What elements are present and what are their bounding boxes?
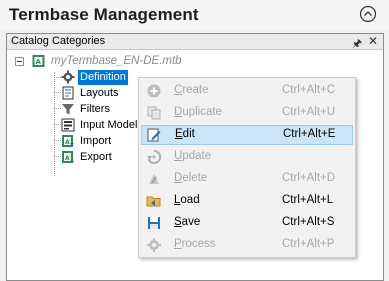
input-model-icon xyxy=(61,118,75,132)
menu-label: rocess xyxy=(181,238,216,250)
edit-icon xyxy=(147,128,161,142)
menu-shortcut: Ctrl+Alt+S xyxy=(282,216,335,228)
duplicate-icon xyxy=(147,106,161,120)
tree-root-termbase[interactable]: A myTermbase_EN-DE.mtb xyxy=(31,53,184,69)
tree-line xyxy=(54,140,61,141)
menu-mnemonic: P xyxy=(174,238,182,250)
menu-item-edit[interactable]: Edit Ctrl+Alt+E xyxy=(141,125,353,145)
close-icon[interactable]: ✕ xyxy=(368,34,378,48)
tree-item-export[interactable]: A Export xyxy=(61,149,114,165)
title-bar: Termbase Management xyxy=(0,0,389,31)
menu-label: dit xyxy=(182,128,195,140)
menu-shortcut: Ctrl+Alt+U xyxy=(282,106,336,118)
delete-icon xyxy=(149,174,159,184)
menu-item-delete[interactable]: Delete Ctrl+Alt+D xyxy=(141,169,353,189)
panel-header: Catalog Categories 🖈 ✕ xyxy=(7,34,383,50)
menu-item-duplicate[interactable]: Duplicate Ctrl+Alt+U xyxy=(141,103,353,123)
tree-line xyxy=(54,108,61,109)
context-menu: Create Ctrl+Alt+C Duplicate Ctrl+Alt+U E… xyxy=(138,77,356,258)
folder-icon xyxy=(146,196,161,207)
panel-title: Catalog Categories xyxy=(11,35,106,47)
menu-label: ave xyxy=(181,216,201,228)
menu-item-process[interactable]: Process Ctrl+Alt+P xyxy=(141,235,353,255)
menu-item-create[interactable]: Create Ctrl+Alt+C xyxy=(141,81,353,101)
menu-label: uplicate xyxy=(182,106,222,118)
tree-item-label: Definition xyxy=(78,69,128,85)
tree-item-import[interactable]: A Import xyxy=(61,133,113,149)
window-title: Termbase Management xyxy=(9,5,199,24)
termbase-icon: A xyxy=(32,55,45,67)
update-icon xyxy=(147,149,162,164)
tree-line xyxy=(54,92,61,93)
export-icon: A xyxy=(62,151,74,163)
plus-icon xyxy=(147,84,161,98)
menu-label: pdate xyxy=(182,150,212,162)
menu-shortcut: Ctrl+Alt+E xyxy=(283,128,336,140)
menu-shortcut: Ctrl+Alt+D xyxy=(282,172,336,184)
save-icon xyxy=(148,217,160,229)
tree-line xyxy=(54,156,61,157)
menu-shortcut: Ctrl+Alt+L xyxy=(282,194,334,206)
menu-item-save[interactable]: Save Ctrl+Alt+S xyxy=(141,213,353,233)
expand-icon[interactable] xyxy=(359,5,377,23)
tree-item-input-models[interactable]: Input Models xyxy=(61,117,145,133)
tree-item-layouts[interactable]: Layouts xyxy=(61,85,121,101)
tree-line xyxy=(54,77,61,78)
tree-item-filters[interactable]: Filters xyxy=(61,101,112,117)
menu-mnemonic: E xyxy=(175,128,183,140)
menu-item-load[interactable]: Load Ctrl+Alt+L xyxy=(141,191,353,211)
tree-item-label: Filters xyxy=(80,102,110,115)
menu-label: elete xyxy=(182,172,208,184)
menu-item-update[interactable]: Update xyxy=(141,147,353,167)
menu-mnemonic: S xyxy=(174,216,182,228)
svg-text:A: A xyxy=(36,58,42,66)
termbase-management-window: Termbase Management Catalog Categories 🖈… xyxy=(0,0,389,281)
tree-line xyxy=(54,124,61,125)
filter-icon xyxy=(62,104,74,115)
tree-item-label: Layouts xyxy=(80,86,119,99)
tree-item-label: Export xyxy=(80,150,112,163)
tree-item-definition[interactable]: Definition xyxy=(61,69,128,85)
svg-text:A: A xyxy=(65,139,70,146)
process-icon xyxy=(147,238,161,252)
gear-icon xyxy=(61,70,75,84)
svg-text:A: A xyxy=(65,155,70,162)
layout-icon xyxy=(62,86,74,100)
menu-label: reate xyxy=(182,84,209,96)
menu-shortcut: Ctrl+Alt+P xyxy=(282,238,335,250)
menu-shortcut: Ctrl+Alt+C xyxy=(282,84,336,96)
menu-label: oad xyxy=(180,194,200,206)
tree-root-label: myTermbase_EN-DE.mtb xyxy=(51,54,182,67)
collapse-toggle[interactable] xyxy=(15,57,24,66)
import-icon: A xyxy=(62,135,74,147)
tree-item-label: Input Models xyxy=(80,118,143,131)
tree-item-label: Import xyxy=(80,134,112,147)
